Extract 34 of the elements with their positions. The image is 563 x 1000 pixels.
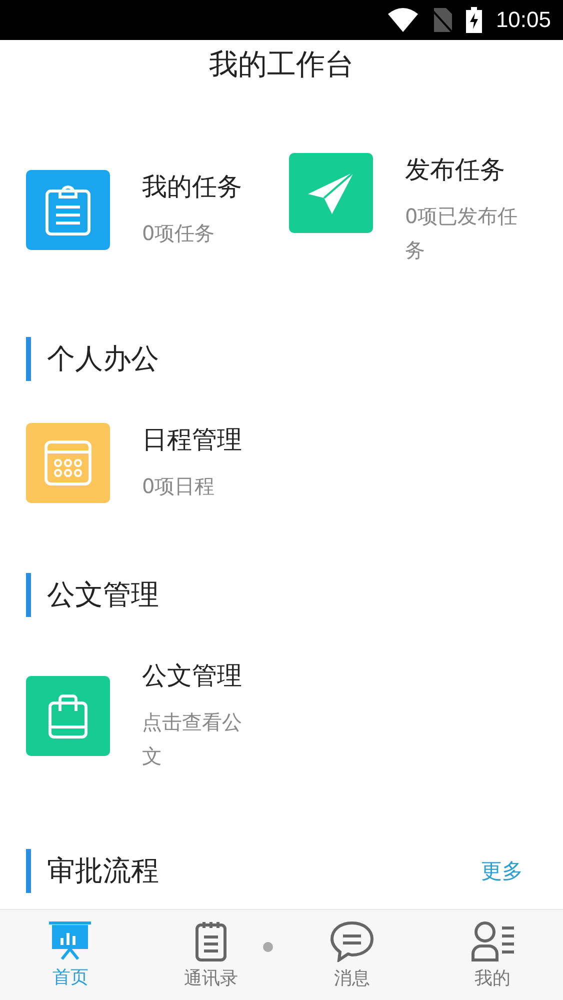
tile-icon-background[interactable] — [26, 423, 110, 503]
no-sim-icon — [432, 8, 452, 32]
tile-title: 日程管理 — [142, 424, 243, 456]
clipboard-icon — [45, 184, 91, 236]
section-heading: 审批流程 — [26, 849, 159, 893]
clock-time: 10:05 — [496, 7, 551, 33]
calendar-icon — [44, 440, 92, 486]
tile-subtitle: 0项已发布任务 — [405, 203, 519, 264]
dot-icon — [263, 942, 273, 952]
notepad-icon — [194, 920, 228, 962]
tab-bar-item[interactable]: 首页 — [20, 921, 120, 989]
bag-icon — [48, 693, 88, 739]
tile-title: 公文管理 — [142, 660, 243, 692]
page-title: 我的工作台 — [209, 46, 354, 83]
tile-title: 我的任务 — [142, 171, 243, 203]
paper-plane-icon — [306, 170, 356, 216]
more-link[interactable]: 更多 — [481, 857, 523, 885]
wifi-icon — [388, 8, 418, 32]
tile-icon-background[interactable] — [26, 676, 110, 756]
tile-icon-background[interactable] — [26, 170, 110, 250]
user-list-icon — [470, 920, 516, 962]
presentation-chart-icon — [48, 921, 92, 961]
section-heading: 公文管理 — [26, 573, 159, 617]
tile-subtitle: 0项日程 — [142, 473, 216, 500]
tile-subtitle: 0项任务 — [142, 220, 216, 247]
section-heading: 个人办公 — [26, 337, 159, 381]
tile-icon-background[interactable] — [289, 153, 373, 233]
battery-charging-icon — [466, 7, 482, 33]
tab-bar-item[interactable]: 我的 — [442, 920, 543, 990]
tab-bar-item[interactable]: 通讯录 — [161, 920, 262, 990]
chat-bubble-icon — [328, 920, 375, 962]
tab-bar-item[interactable]: 消息 — [302, 920, 402, 990]
tile-subtitle: 点击查看公文 — [142, 709, 243, 770]
tile-title: 发布任务 — [405, 154, 506, 186]
